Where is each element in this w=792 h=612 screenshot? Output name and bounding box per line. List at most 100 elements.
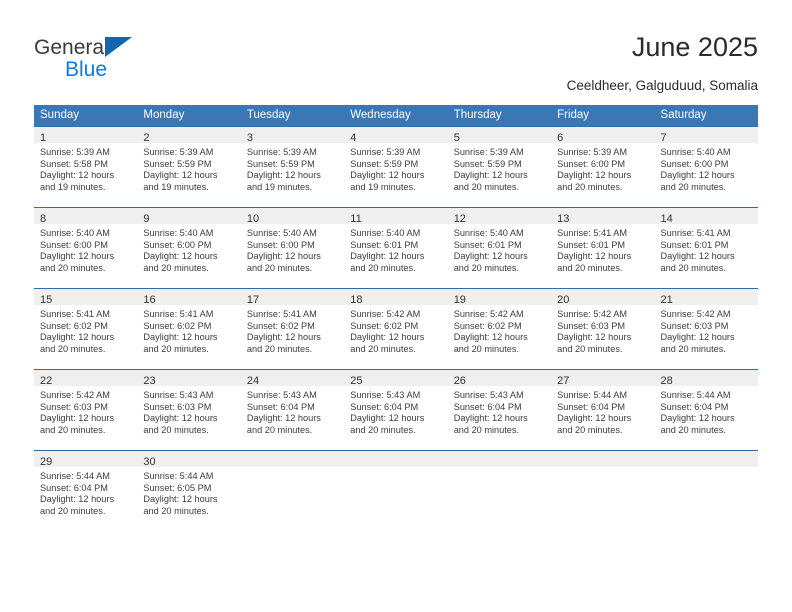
sunrise-text: Sunrise: 5:40 AM [350,228,421,238]
calendar-day-cell[interactable]: 26 Sunrise: 5:43 AM Sunset: 6:04 PM Dayligh… [447,369,552,451]
sunrise-sunset-calendar: Sunday Monday Tuesday Wednesday Thursday… [34,105,758,531]
daylight-text-line1: Daylight: 12 hours [40,494,115,505]
sunrise-text: Sunrise: 5:39 AM [143,147,214,157]
daylight-text-line2: and 20 minutes. [557,262,623,273]
calendar-day-cell[interactable]: 17 Sunrise: 5:41 AM Sunset: 6:02 PM Dayligh… [240,288,345,370]
sunset-text: Sunset: 5:59 PM [143,158,212,169]
calendar-day-cell[interactable]: 2 Sunrise: 5:39 AM Sunset: 5:59 PM Daylight… [137,126,241,208]
calendar-day-cell[interactable]: 11 Sunrise: 5:40 AM Sunset: 6:01 PM Dayligh… [344,207,448,289]
calendar-day-cell-empty [551,450,655,531]
calendar-day-cell[interactable]: 8 Sunrise: 5:40 AM Sunset: 6:00 PM Daylight… [34,207,138,289]
calendar-day-cell[interactable]: 16 Sunrise: 5:41 AM Sunset: 6:02 PM Dayligh… [137,288,241,370]
calendar-day-cell[interactable]: 5 Sunrise: 5:39 AM Sunset: 5:59 PM Daylight… [447,126,552,208]
calendar-day-cell[interactable]: 22 Sunrise: 5:42 AM Sunset: 6:03 PM Dayligh… [34,369,138,451]
daylight-text-line1: Daylight: 12 hours [143,251,218,262]
daylight-text-line2: and 20 minutes. [660,181,726,192]
calendar-day-cell[interactable]: 7 Sunrise: 5:40 AM Sunset: 6:00 PM Daylight… [654,126,758,208]
calendar-day-cell[interactable]: 15 Sunrise: 5:41 AM Sunset: 6:02 PM Dayligh… [34,288,138,370]
calendar-day-cell[interactable]: 24 Sunrise: 5:43 AM Sunset: 6:04 PM Dayligh… [240,369,345,451]
daylight-text-line1: Daylight: 12 hours [246,170,321,181]
calendar-day-cell[interactable]: 29 Sunrise: 5:44 AM Sunset: 6:04 PM Dayligh… [34,450,138,531]
weekday-header-saturday: Saturday [654,105,758,127]
day-number: 7 [660,132,667,144]
sunset-text: Sunset: 6:00 PM [660,158,729,169]
weekday-header-friday: Friday [551,105,655,127]
weekday-header-sunday: Sunday [34,105,138,127]
daylight-text-line2: and 20 minutes. [557,343,623,354]
sunset-text: Sunset: 6:04 PM [246,401,315,412]
calendar-week-row: 15 Sunrise: 5:41 AM Sunset: 6:02 PM Dayligh… [34,288,758,370]
daylight-text-line2: and 20 minutes. [40,424,106,435]
calendar-week-row: 29 Sunrise: 5:44 AM Sunset: 6:04 PM Dayligh… [34,450,758,531]
daylight-text-line2: and 20 minutes. [453,424,520,435]
daylight-text-line2: and 20 minutes. [143,424,209,435]
calendar-day-cell[interactable]: 19 Sunrise: 5:42 AM Sunset: 6:02 PM Dayligh… [447,288,552,370]
day-number: 24 [246,375,260,387]
calendar-day-cell-empty [654,450,758,531]
day-number: 23 [143,375,156,387]
day-number: 29 [40,456,53,468]
day-number: 27 [557,375,570,387]
daylight-text-line1: Daylight: 12 hours [143,413,218,424]
calendar-day-cell[interactable]: 10 Sunrise: 5:40 AM Sunset: 6:00 PM Dayligh… [240,207,345,289]
sunrise-text: Sunrise: 5:40 AM [143,228,214,238]
logo-text-general: General [34,36,109,59]
daylight-text-line2: and 20 minutes. [557,424,623,435]
calendar-day-cell[interactable]: 3 Sunrise: 5:39 AM Sunset: 5:59 PM Daylight… [240,126,345,208]
calendar-day-cell[interactable]: 20 Sunrise: 5:42 AM Sunset: 6:03 PM Dayligh… [551,288,655,370]
sunset-text: Sunset: 6:02 PM [246,320,315,331]
daylight-text-line2: and 20 minutes. [557,181,623,192]
sunset-text: Sunset: 6:04 PM [350,401,419,412]
daylight-text-line2: and 20 minutes. [660,262,726,273]
daylight-text-line1: Daylight: 12 hours [557,332,632,343]
logo-text-blue: Blue [65,58,108,81]
calendar-day-cell[interactable]: 28 Sunrise: 5:44 AM Sunset: 6:04 PM Dayligh… [654,369,758,451]
sunset-text: Sunset: 5:59 PM [350,158,419,169]
calendar-day-cell[interactable]: 13 Sunrise: 5:41 AM Sunset: 6:01 PM Dayligh… [551,207,655,289]
calendar-day-cell[interactable]: 14 Sunrise: 5:41 AM Sunset: 6:01 PM Dayligh… [654,207,758,289]
general-blue-logo: General Blue [34,36,274,84]
day-number: 4 [350,132,357,144]
day-number: 18 [350,294,363,306]
sunset-text: Sunset: 6:03 PM [557,320,626,331]
weekday-header-wednesday: Wednesday [344,105,448,127]
sunset-text: Sunset: 6:04 PM [557,401,626,412]
daylight-text-line1: Daylight: 12 hours [350,170,425,181]
page-title: June 2025 [631,32,758,62]
sunrise-text: Sunrise: 5:39 AM [453,147,524,157]
calendar-day-cell[interactable]: 6 Sunrise: 5:39 AM Sunset: 6:00 PM Daylight… [551,126,655,208]
sunset-text: Sunset: 6:00 PM [40,239,108,250]
calendar-day-cell[interactable]: 27 Sunrise: 5:44 AM Sunset: 6:04 PM Dayligh… [551,369,655,451]
calendar-day-cell[interactable]: 12 Sunrise: 5:40 AM Sunset: 6:01 PM Dayligh… [447,207,552,289]
daylight-text-line2: and 20 minutes. [40,262,106,273]
calendar-day-cell[interactable]: 1 Sunrise: 5:39 AM Sunset: 5:58 PM Daylight… [34,126,138,208]
calendar-day-cell[interactable]: 23 Sunrise: 5:43 AM Sunset: 6:03 PM Dayligh… [137,369,241,451]
daylight-text-line2: and 20 minutes. [143,505,209,516]
calendar-day-cell[interactable]: 18 Sunrise: 5:42 AM Sunset: 6:02 PM Dayligh… [344,288,448,370]
daylight-text-line1: Daylight: 12 hours [350,332,425,343]
calendar-day-cell[interactable]: 21 Sunrise: 5:42 AM Sunset: 6:03 PM Dayligh… [654,288,758,370]
daylight-text-line1: Daylight: 12 hours [453,170,528,181]
sunrise-text: Sunrise: 5:43 AM [350,390,421,400]
sunrise-text: Sunrise: 5:39 AM [246,147,317,157]
sunrise-text: Sunrise: 5:43 AM [246,390,317,400]
sunset-text: Sunset: 6:02 PM [453,320,522,331]
daylight-text-line1: Daylight: 12 hours [660,413,735,424]
sunset-text: Sunset: 6:03 PM [40,401,108,412]
sunset-text: Sunset: 6:04 PM [40,482,108,493]
daylight-text-line1: Daylight: 12 hours [40,332,115,343]
sunrise-text: Sunrise: 5:43 AM [143,390,214,400]
calendar-day-cell[interactable]: 4 Sunrise: 5:39 AM Sunset: 5:59 PM Daylight… [344,126,448,208]
calendar-day-cell[interactable]: 25 Sunrise: 5:43 AM Sunset: 6:04 PM Dayligh… [344,369,448,451]
sunrise-text: Sunrise: 5:39 AM [557,147,628,157]
sunset-text: Sunset: 6:00 PM [143,239,212,250]
page-subtitle-location: Ceeldheer, Galguduud, Somalia [566,78,758,93]
sunrise-text: Sunrise: 5:44 AM [557,390,628,400]
calendar-day-cell[interactable]: 30 Sunrise: 5:44 AM Sunset: 6:05 PM Dayligh… [137,450,241,531]
sunrise-text: Sunrise: 5:39 AM [40,147,110,157]
sunrise-text: Sunrise: 5:42 AM [453,309,524,319]
day-number: 1 [40,132,47,144]
sunset-text: Sunset: 6:03 PM [143,401,212,412]
daylight-text-line1: Daylight: 12 hours [453,413,528,424]
calendar-day-cell[interactable]: 9 Sunrise: 5:40 AM Sunset: 6:00 PM Daylight… [137,207,241,289]
